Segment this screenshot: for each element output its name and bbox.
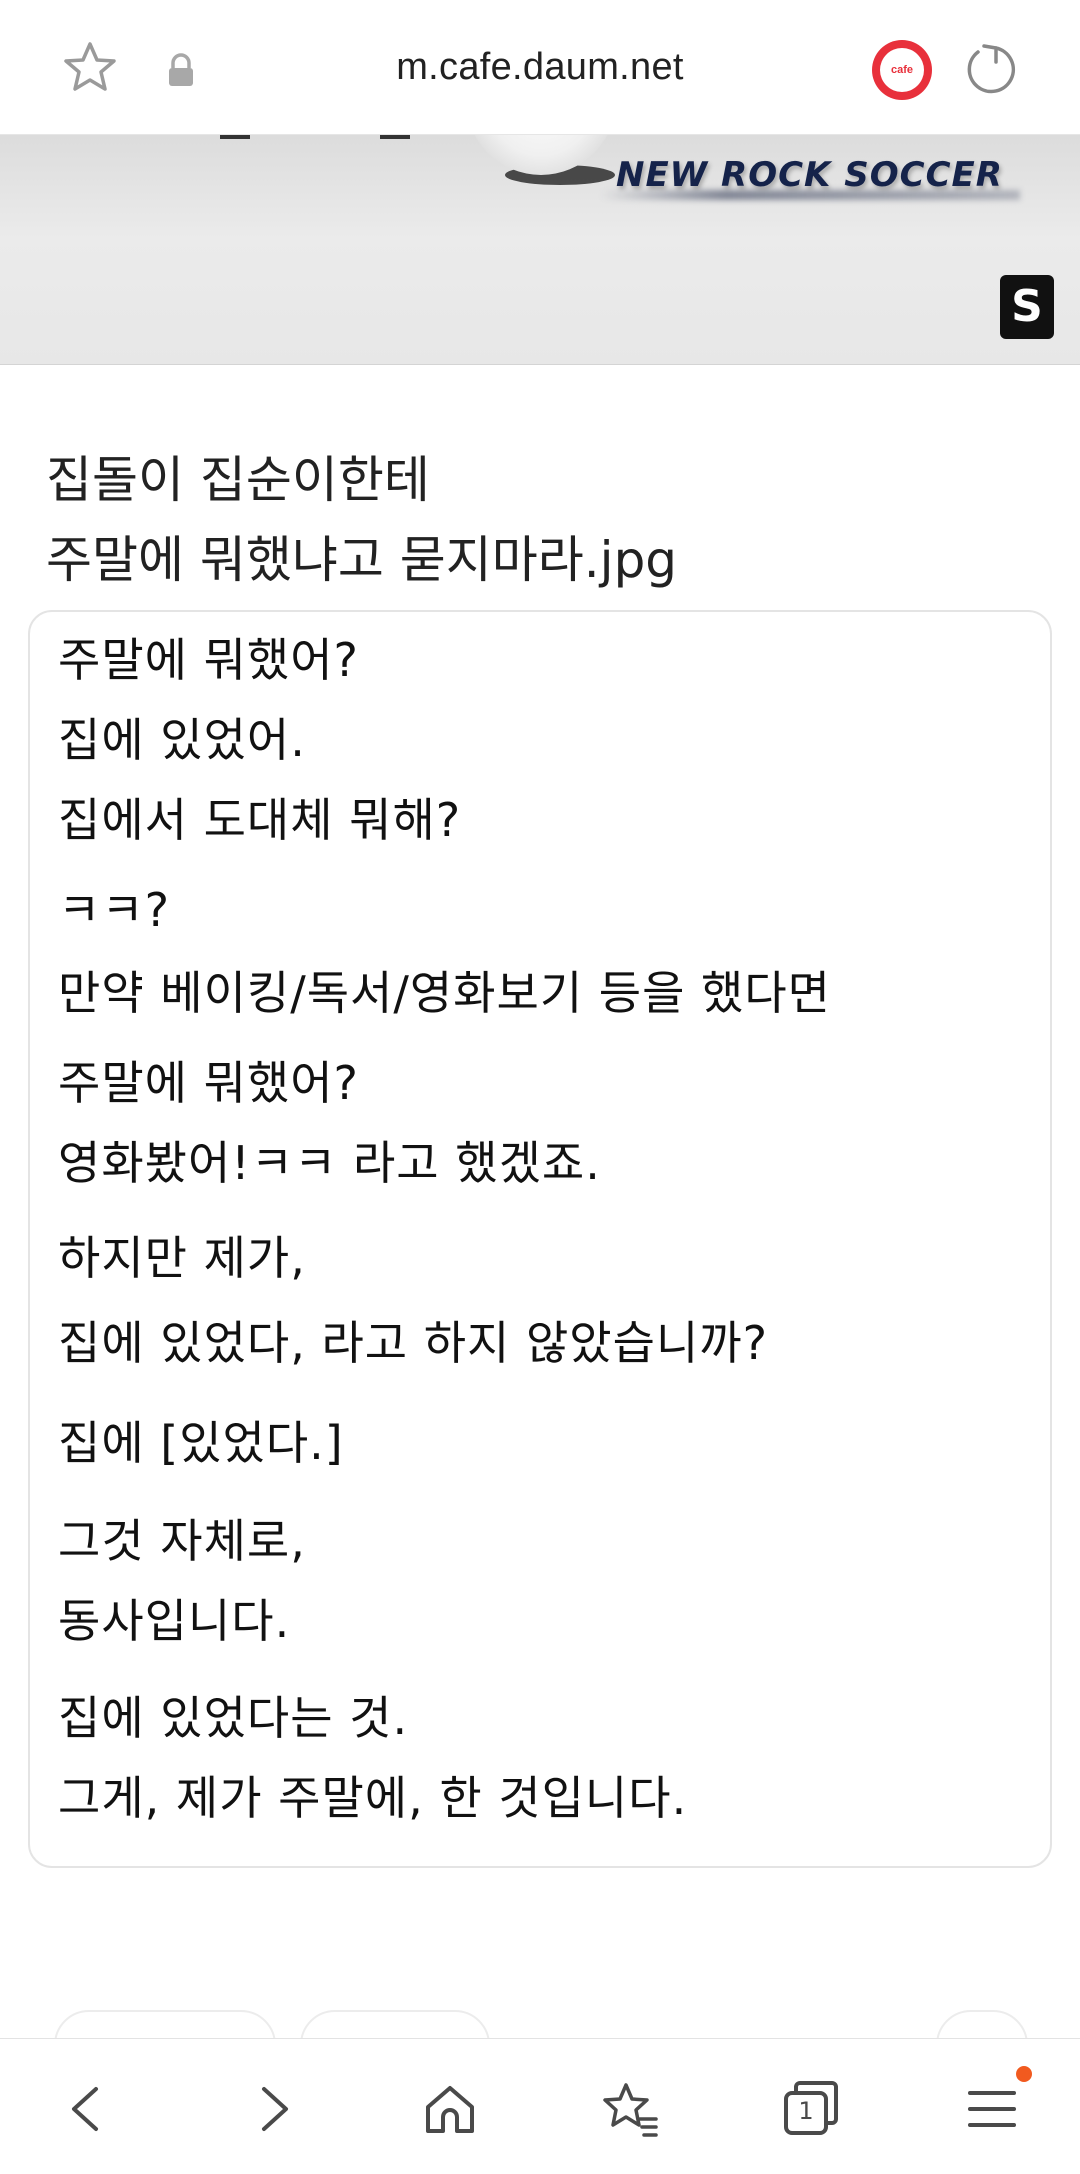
home-icon[interactable]: [420, 2079, 480, 2139]
image-text-line: 집에서 도대체 뭐해?: [58, 793, 462, 847]
cafe-app-icon[interactable]: cafe: [872, 40, 932, 100]
cafe-logo: S: [1000, 275, 1054, 339]
post-title-line: 집돌이 집순이한테: [46, 451, 430, 509]
image-text-line: 동사입니다.: [58, 1594, 291, 1648]
image-text-line: ㅋㅋ?: [58, 883, 171, 937]
browser-bottom-nav: 1: [0, 2038, 1080, 2174]
image-text-line: 집에 있었다는 것.: [58, 1691, 409, 1745]
tabs-button[interactable]: 1: [780, 2077, 844, 2141]
forward-icon[interactable]: [242, 2079, 302, 2139]
cafe-logo-letter: S: [1011, 281, 1043, 332]
image-text-line: 영화봤어!ㅋㅋ 라고 했겠죠.: [58, 1136, 601, 1190]
bookmarks-icon[interactable]: [600, 2079, 660, 2139]
banner-decoration: [220, 135, 250, 139]
image-text-line: 그것 자체로,: [58, 1514, 306, 1568]
cafe-badge-label: cafe: [890, 64, 914, 76]
menu-icon[interactable]: [962, 2079, 1022, 2139]
back-icon[interactable]: [58, 2079, 118, 2139]
image-text-line: 집에 있었다, 라고 하지 않았습니까?: [58, 1316, 769, 1370]
image-text-line: 주말에 뭐했어?: [58, 633, 359, 687]
tab-count: 1: [798, 2097, 814, 2125]
notification-dot: [1016, 2066, 1032, 2082]
cafe-banner: NEW ROCK SOCCER S: [0, 135, 1080, 365]
post-image[interactable]: 주말에 뭐했어? 집에 있었어. 집에서 도대체 뭐해? ㅋㅋ? 만약 베이킹/…: [28, 610, 1052, 1868]
post-title: 집돌이 집순이한테 주말에 뭐했냐고 묻지마라.jpg: [46, 440, 1036, 600]
image-text-line: 주말에 뭐했어?: [58, 1056, 359, 1110]
banner-title: NEW ROCK SOCCER: [616, 155, 1003, 195]
image-text-line: 하지만 제가,: [58, 1231, 306, 1285]
image-text-line: 집에 [있었다.]: [58, 1416, 344, 1470]
banner-decoration: [380, 135, 410, 139]
image-text-line: 만약 베이킹/독서/영화보기 등을 했다면: [58, 966, 831, 1020]
reload-icon[interactable]: [962, 40, 1018, 96]
image-text-line: 집에 있었어.: [58, 713, 306, 767]
image-text-line: 그게, 제가 주말에, 한 것입니다.: [58, 1771, 688, 1825]
post-title-line: 주말에 뭐했냐고 묻지마라.jpg: [46, 531, 678, 589]
browser-top-bar: m.cafe.daum.net cafe: [0, 0, 1080, 135]
